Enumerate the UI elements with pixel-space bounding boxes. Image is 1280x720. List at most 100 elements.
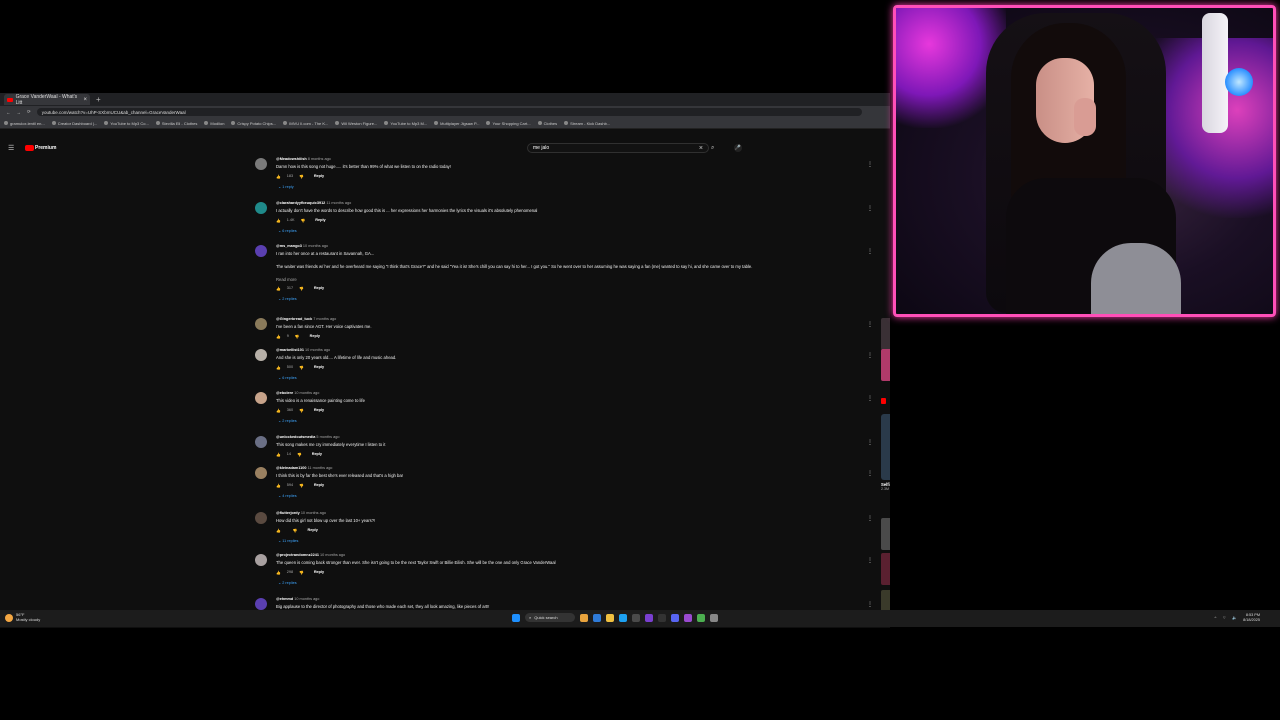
thumbs-down-icon[interactable]: 👎 <box>299 483 304 488</box>
bookmark-item[interactable]: Stevilla Ell - Clothes <box>155 121 197 126</box>
app-icon[interactable] <box>645 613 653 622</box>
thumbs-up-icon[interactable]: 👍 <box>276 528 281 533</box>
recommended-video[interactable]: 4:11Abraham Mateo, 50 Cent, Austin Mahon… <box>881 349 890 383</box>
comment-author[interactable]: @marbellist101 <box>276 348 304 352</box>
bookmark-item[interactable]: IMVU Il.com - The K... <box>283 121 328 126</box>
video-thumbnail[interactable]: 4:25 <box>881 518 890 550</box>
search-input[interactable]: me jalo × <box>527 143 709 153</box>
comment-author[interactable]: @Meadowshiiish <box>276 157 307 161</box>
thumbs-down-icon[interactable]: 👎 <box>295 334 300 339</box>
more-options-icon[interactable]: ⋮ <box>867 557 873 564</box>
settings-gear-icon[interactable] <box>710 613 718 622</box>
thumbs-down-icon[interactable]: 👎 <box>301 218 306 223</box>
more-options-icon[interactable]: ⋮ <box>867 470 873 477</box>
chevron-up-icon[interactable]: ^ <box>1214 615 1216 620</box>
obs-icon[interactable] <box>658 613 666 622</box>
bookmark-item[interactable]: Modlion <box>204 121 224 126</box>
view-replies-button[interactable]: ⌄ 6 replies <box>278 375 297 380</box>
bookmark-item[interactable]: YouTube to Mp3 Co... <box>104 121 149 126</box>
reply-button[interactable]: Reply <box>312 452 322 457</box>
more-options-icon[interactable]: ⋮ <box>867 321 873 328</box>
avatar[interactable] <box>255 392 267 404</box>
thumbs-up-icon[interactable]: 👍 <box>276 483 281 488</box>
comment-author[interactable]: @ebolere <box>276 391 293 395</box>
taskbar-search[interactable]: ⌕ Quick search <box>525 613 575 622</box>
windows-start-icon[interactable] <box>512 613 520 622</box>
widgets-icon[interactable] <box>580 613 588 622</box>
avatar[interactable] <box>255 436 267 448</box>
reply-button[interactable]: Reply <box>314 174 324 179</box>
reply-button[interactable]: Reply <box>310 334 320 339</box>
clear-search-icon[interactable]: × <box>699 145 703 152</box>
view-replies-button[interactable]: ⌄ 2 replies <box>278 296 297 301</box>
bookmark-item[interactable]: gramulox.lentil en... <box>4 121 45 126</box>
network-icon[interactable]: ⌔ <box>1222 615 1226 621</box>
bookmark-item[interactable]: Multiplayer Jigsaw P... <box>434 121 479 126</box>
reply-button[interactable]: Reply <box>315 218 325 223</box>
store-icon[interactable] <box>632 613 640 622</box>
more-options-icon[interactable]: ⋮ <box>867 439 873 446</box>
weather-widget[interactable]: 56°F Mostly cloudy <box>5 612 40 623</box>
discord-icon[interactable] <box>671 613 679 622</box>
avatar[interactable] <box>255 554 267 566</box>
avatar[interactable] <box>255 245 267 257</box>
bookmark-item[interactable]: YouTube to Mp3 M... <box>384 121 427 126</box>
reload-icon[interactable]: ⟳ <box>27 109 31 115</box>
microphone-icon[interactable]: 🎤 <box>734 144 742 152</box>
more-options-icon[interactable]: ⋮ <box>867 352 873 359</box>
twitch-icon[interactable] <box>684 613 692 622</box>
reply-button[interactable]: Reply <box>314 483 324 488</box>
url-field[interactable]: youtube.com/watch?v=UhP-SXbmUCU&ab_chann… <box>36 108 862 116</box>
reply-button[interactable]: Reply <box>314 408 324 413</box>
thumbs-down-icon[interactable]: 👎 <box>297 452 302 457</box>
short-video[interactable]: Selfish 🎶2.3M views <box>881 414 890 491</box>
reply-button[interactable]: Reply <box>314 286 324 291</box>
thumbs-up-icon[interactable]: 👍 <box>276 174 281 179</box>
view-replies-button[interactable]: ⌄ 6 replies <box>278 228 297 233</box>
more-options-icon[interactable]: ⋮ <box>867 248 873 255</box>
new-tab-icon[interactable]: + <box>96 95 101 104</box>
thumbs-down-icon[interactable]: 👎 <box>299 365 304 370</box>
more-options-icon[interactable]: ⋮ <box>867 395 873 402</box>
avatar[interactable] <box>255 467 267 479</box>
view-replies-button[interactable]: ⌄ 2 replies <box>278 580 297 585</box>
comment-author[interactable]: @ms_mango3 <box>276 244 302 248</box>
search-icon[interactable]: ⌕ <box>711 145 714 152</box>
view-replies-button[interactable]: ⌄ 11 replies <box>278 538 298 543</box>
recommended-video[interactable]: 3:39All the Beauty in the WorldDaniel Pe… <box>881 553 890 587</box>
thumbs-up-icon[interactable]: 👍 <box>276 286 281 291</box>
browser-tab[interactable]: Grace VanderWaal - What's Litt × <box>4 94 90 106</box>
volume-icon[interactable]: 🔈 <box>1232 615 1237 620</box>
avatar[interactable] <box>255 598 267 610</box>
thumbs-up-icon[interactable]: 👍 <box>276 452 281 457</box>
avatar[interactable] <box>255 512 267 524</box>
thumbs-down-icon[interactable]: 👎 <box>299 570 304 575</box>
comment-author[interactable]: @flutterjordy <box>276 511 300 515</box>
more-options-icon[interactable]: ⋮ <box>867 515 873 522</box>
bookmark-item[interactable]: Your Shopping Cart... <box>486 121 531 126</box>
bookmark-item[interactable]: Stream - Kick Dashb... <box>564 121 610 126</box>
reply-button[interactable]: Reply <box>314 365 324 370</box>
thumbs-up-icon[interactable]: 👍 <box>276 570 281 575</box>
youtube-logo-text[interactable]: Premium <box>35 145 56 151</box>
hamburger-menu-icon[interactable]: ☰ <box>8 144 14 152</box>
forward-icon[interactable]: → <box>17 110 22 115</box>
thumbs-up-icon[interactable]: 👍 <box>276 408 281 413</box>
bookmark-item[interactable]: Creator Dashboard |... <box>51 121 97 126</box>
thumbs-down-icon[interactable]: 👎 <box>293 528 298 533</box>
comment-author[interactable]: @clarahardyyfbeuquic3912 <box>276 201 325 205</box>
more-options-icon[interactable]: ⋮ <box>867 205 873 212</box>
comment-author[interactable]: @projectrandomnz2241 <box>276 553 319 557</box>
thumbs-up-icon[interactable]: 👍 <box>276 218 281 223</box>
avatar[interactable] <box>255 318 267 330</box>
avatar[interactable] <box>255 349 267 361</box>
bookmark-item[interactable]: Clothes <box>537 121 557 126</box>
avatar[interactable] <box>255 158 267 170</box>
bookmark-item[interactable]: Crispy Potato Chips... <box>231 121 276 126</box>
comment-author[interactable]: @unlockedoutsmedia <box>276 435 315 439</box>
edge-browser-icon[interactable] <box>619 613 627 622</box>
recommended-video[interactable]: 2:59Gilda & Friz | A Love StoryGiulia3.3… <box>881 318 890 352</box>
more-options-icon[interactable]: ⋮ <box>867 601 873 608</box>
video-thumbnail[interactable]: 4:11 <box>881 349 890 381</box>
more-options-icon[interactable]: ⋮ <box>867 161 873 168</box>
